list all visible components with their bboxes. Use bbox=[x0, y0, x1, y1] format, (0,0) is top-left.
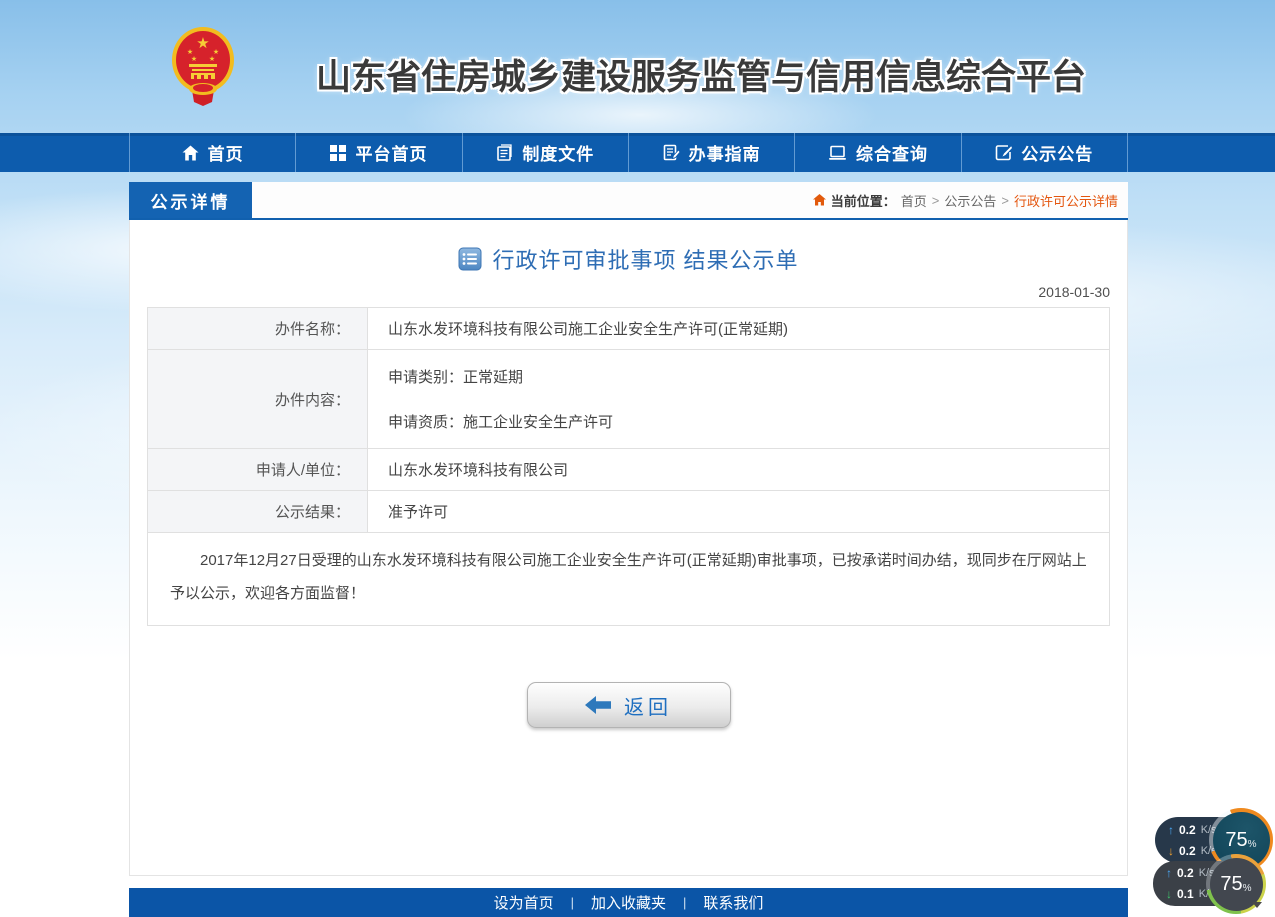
summary-cell: 2017年12月27日受理的山东水发环境科技有限公司施工企业安全生产许可(正常延… bbox=[148, 533, 1110, 626]
nav-label: 首页 bbox=[208, 140, 244, 165]
row-value-line: 申请类别：正常延期 bbox=[388, 360, 1097, 393]
row-label: 公示结果： bbox=[148, 491, 368, 533]
download-speed-value: 0.1 bbox=[1177, 887, 1194, 901]
back-button-label: 返回 bbox=[624, 691, 672, 720]
footer-separator: | bbox=[683, 895, 686, 910]
breadcrumb-link-announcements[interactable]: 公示公告 bbox=[944, 191, 996, 210]
footer-link-set-homepage[interactable]: 设为首页 bbox=[494, 892, 554, 913]
grid-icon bbox=[330, 145, 346, 161]
nav-item-policy-documents[interactable]: 制度文件 bbox=[463, 133, 629, 172]
nav-label: 制度文件 bbox=[522, 140, 594, 165]
article-date: 2018-01-30 bbox=[130, 284, 1110, 300]
percent-value: 75 bbox=[1220, 873, 1242, 896]
breadcrumb-prefix: 当前位置： bbox=[831, 191, 896, 210]
content-panel: 公示详情 当前位置： 首页 > 公示公告 > 行政许可公示详情 行政许可审批事项… bbox=[129, 182, 1128, 876]
breadcrumb: 当前位置： 首页 > 公示公告 > 行政许可公示详情 bbox=[813, 182, 1128, 218]
row-label: 办件名称： bbox=[148, 308, 368, 350]
upload-speed-value: 0.2 bbox=[1177, 866, 1194, 880]
footer: 设为首页 | 加入收藏夹 | 联系我们 bbox=[129, 888, 1128, 917]
percent-unit: % bbox=[1243, 883, 1252, 894]
percent-value: 75 bbox=[1225, 829, 1247, 852]
row-value: 山东水发环境科技有限公司施工企业安全生产许可(正常延期) bbox=[368, 308, 1110, 350]
svg-text:★: ★ bbox=[196, 35, 209, 52]
down-arrow-icon: ↓ bbox=[1168, 844, 1174, 858]
svg-text:★: ★ bbox=[187, 48, 193, 56]
detail-table: 办件名称： 山东水发环境科技有限公司施工企业安全生产许可(正常延期) 办件内容：… bbox=[147, 307, 1110, 626]
row-value: 申请类别：正常延期 申请资质：施工企业安全生产许可 bbox=[368, 350, 1110, 449]
main-nav: 首页 平台首页 制度文件 办事指南 综合查询 bbox=[0, 133, 1275, 172]
row-label: 办件内容： bbox=[148, 350, 368, 449]
breadcrumb-current[interactable]: 行政许可公示详情 bbox=[1014, 191, 1118, 210]
nav-label: 综合查询 bbox=[856, 140, 928, 165]
table-row: 办件名称： 山东水发环境科技有限公司施工企业安全生产许可(正常延期) bbox=[148, 308, 1110, 350]
list-icon bbox=[458, 247, 482, 271]
footer-separator: | bbox=[571, 895, 574, 910]
announce-icon bbox=[995, 144, 1012, 161]
footer-link-contact-us[interactable]: 联系我们 bbox=[703, 892, 763, 913]
nav-item-service-guide[interactable]: 办事指南 bbox=[629, 133, 795, 172]
article-title: 行政许可审批事项 结果公示单 bbox=[492, 243, 798, 275]
row-value-line: 申请资质：施工企业安全生产许可 bbox=[388, 393, 1097, 438]
nav-label: 办事指南 bbox=[689, 140, 761, 165]
percent-unit: % bbox=[1248, 839, 1257, 850]
nav-label: 平台首页 bbox=[355, 140, 427, 165]
table-row: 公示结果： 准予许可 bbox=[148, 491, 1110, 533]
home-icon bbox=[182, 145, 199, 161]
nav-item-home[interactable]: 首页 bbox=[129, 133, 296, 172]
down-arrow-icon: ↓ bbox=[1166, 887, 1172, 901]
breadcrumb-link-home[interactable]: 首页 bbox=[901, 191, 927, 210]
svg-text:★: ★ bbox=[191, 55, 197, 63]
article-title-row: 行政许可审批事项 结果公示单 bbox=[130, 243, 1127, 275]
dropdown-triangle-icon[interactable] bbox=[1252, 902, 1262, 908]
nav-label: 公示公告 bbox=[1021, 140, 1093, 165]
download-speed-value: 0.2 bbox=[1179, 844, 1196, 858]
up-arrow-icon: ↑ bbox=[1166, 866, 1172, 880]
footer-link-add-favorites[interactable]: 加入收藏夹 bbox=[591, 892, 666, 913]
svg-text:★: ★ bbox=[213, 48, 219, 56]
nav-item-comprehensive-query[interactable]: 综合查询 bbox=[795, 133, 961, 172]
table-row: 办件内容： 申请类别：正常延期 申请资质：施工企业安全生产许可 bbox=[148, 350, 1110, 449]
upload-speed-value: 0.2 bbox=[1179, 823, 1196, 837]
national-emblem-logo: ★ ★ ★ ★ ★ bbox=[170, 26, 236, 106]
up-arrow-icon: ↑ bbox=[1168, 823, 1174, 837]
nav-item-platform-home[interactable]: 平台首页 bbox=[296, 133, 462, 172]
monitor-icon bbox=[828, 145, 847, 161]
row-value: 山东水发环境科技有限公司 bbox=[368, 449, 1110, 491]
breadcrumb-separator: > bbox=[1001, 193, 1009, 208]
table-row: 申请人/单位： 山东水发环境科技有限公司 bbox=[148, 449, 1110, 491]
breadcrumb-separator: > bbox=[932, 193, 940, 208]
row-label: 申请人/单位： bbox=[148, 449, 368, 491]
document-icon bbox=[496, 144, 513, 161]
site-title: 山东省住房城乡建设服务监管与信用信息综合平台 bbox=[316, 49, 1086, 100]
row-value: 准予许可 bbox=[368, 491, 1110, 533]
guide-icon bbox=[663, 144, 680, 161]
back-button[interactable]: 返回 bbox=[527, 682, 731, 728]
table-row-summary: 2017年12月27日受理的山东水发环境科技有限公司施工企业安全生产许可(正常延… bbox=[148, 533, 1110, 626]
breadcrumb-home-icon bbox=[813, 194, 826, 206]
nav-item-public-announcements[interactable]: 公示公告 bbox=[962, 133, 1128, 172]
tab-bar: 公示详情 当前位置： 首页 > 公示公告 > 行政许可公示详情 bbox=[129, 182, 1128, 220]
net-speed-widget: ↑ 0.2 K/s ↓ 0.2 K/s 75 % ↑ 0.2 K/s ↓ 0.1… bbox=[1148, 805, 1275, 917]
tab-announcement-detail[interactable]: 公示详情 bbox=[129, 182, 252, 218]
back-arrow-icon bbox=[585, 696, 611, 714]
summary-text: 2017年12月27日受理的山东水发环境科技有限公司施工企业安全生产许可(正常延… bbox=[170, 544, 1089, 610]
svg-text:★: ★ bbox=[209, 55, 215, 63]
